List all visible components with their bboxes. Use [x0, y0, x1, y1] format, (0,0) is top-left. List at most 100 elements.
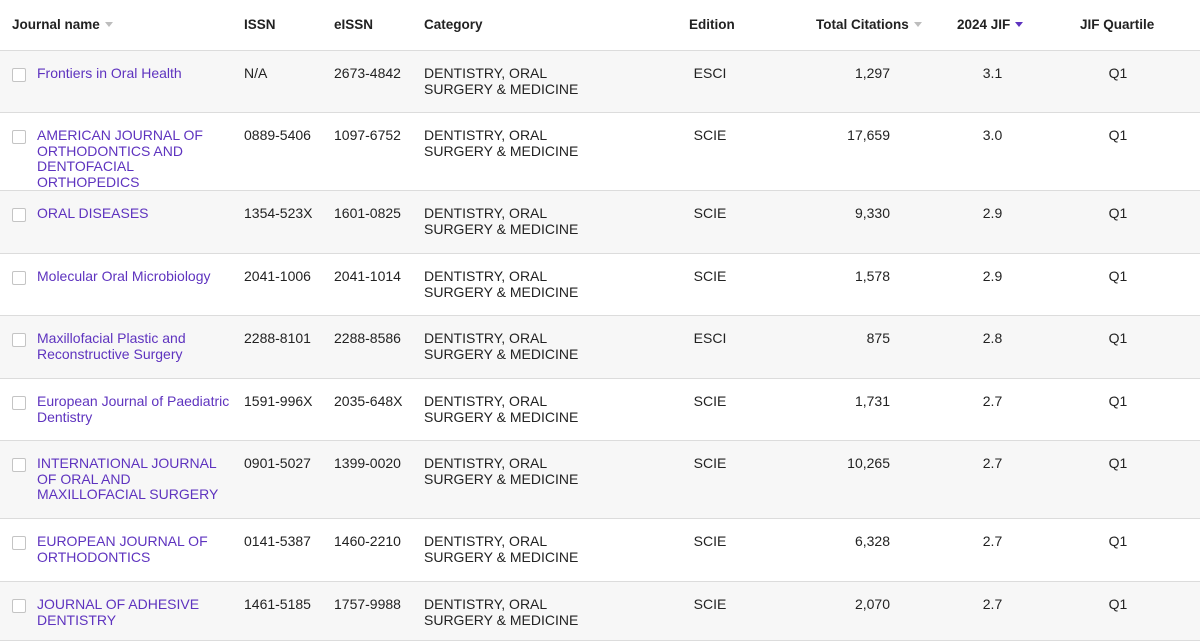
eissn-value: 2673-4842 — [334, 65, 401, 81]
col-jif-quartile: JIF Quartile — [1080, 17, 1155, 32]
jif-quartile-value: Q1 — [1108, 533, 1128, 549]
row-checkbox[interactable] — [12, 458, 26, 472]
edition-value: SCIE — [693, 205, 727, 221]
row-checkbox[interactable] — [12, 396, 26, 410]
category-value: DENTISTRY, ORAL SURGERY & MEDICINE — [424, 596, 579, 628]
jif-quartile-value: Q1 — [1108, 596, 1128, 612]
category-value: DENTISTRY, ORAL SURGERY & MEDICINE — [424, 65, 579, 97]
edition-value: SCIE — [693, 533, 727, 549]
jif-value: 2.8 — [982, 330, 1003, 346]
journal-name-link[interactable]: European Journal of Paediatric Dentistry — [37, 393, 237, 425]
table-row: Maxillofacial Plastic and Reconstructive… — [0, 316, 1200, 379]
category-value: DENTISTRY, ORAL SURGERY & MEDICINE — [424, 393, 579, 425]
edition-value: SCIE — [693, 455, 727, 471]
col-category: Category — [424, 17, 483, 32]
category-value: DENTISTRY, ORAL SURGERY & MEDICINE — [424, 205, 579, 237]
sort-desc-active-icon[interactable] — [1015, 21, 1024, 27]
journal-name-link[interactable]: EUROPEAN JOURNAL OF ORTHODONTICS — [37, 533, 237, 565]
total-citations-value: 10,265 — [847, 455, 890, 471]
total-citations-value: 17,659 — [847, 127, 890, 143]
eissn-value: 2288-8586 — [334, 330, 401, 346]
issn-value: 1461-5185 — [244, 596, 311, 612]
jif-quartile-value: Q1 — [1108, 393, 1128, 409]
jif-value: 3.0 — [982, 127, 1003, 143]
journal-name-link[interactable]: Frontiers in Oral Health — [37, 65, 237, 82]
category-value: DENTISTRY, ORAL SURGERY & MEDICINE — [424, 533, 579, 565]
table-row: EUROPEAN JOURNAL OF ORTHODONTICS 0141-538… — [0, 519, 1200, 582]
jif-value: 2.7 — [982, 455, 1003, 471]
table-body: Frontiers in Oral Health N/A 2673-4842 DENT… — [0, 51, 1200, 641]
row-checkbox[interactable] — [12, 599, 26, 613]
jif-value: 3.1 — [982, 65, 1003, 81]
jif-quartile-value: Q1 — [1108, 268, 1128, 284]
edition-value: ESCI — [693, 65, 727, 81]
eissn-value: 2041-1014 — [334, 268, 401, 284]
edition-value: SCIE — [693, 596, 727, 612]
issn-value: 1354-523X — [244, 205, 313, 221]
jif-value: 2.7 — [982, 533, 1003, 549]
eissn-value: 2035-648X — [334, 393, 403, 409]
row-checkbox[interactable] — [12, 333, 26, 347]
journal-name-link[interactable]: Molecular Oral Microbiology — [37, 268, 237, 285]
row-checkbox[interactable] — [12, 208, 26, 222]
col-edition: Edition — [689, 17, 735, 32]
col-issn: ISSN — [244, 17, 276, 32]
journal-name-link[interactable]: ORAL DISEASES — [37, 205, 237, 222]
col-eissn: eISSN — [334, 17, 374, 32]
total-citations-value: 2,070 — [854, 596, 890, 612]
table-row: Frontiers in Oral Health N/A 2673-4842 DENT… — [0, 51, 1200, 113]
category-value: DENTISTRY, ORAL SURGERY & MEDICINE — [424, 455, 579, 487]
category-value: DENTISTRY, ORAL SURGERY & MEDICINE — [424, 330, 579, 362]
journal-name-link[interactable]: Maxillofacial Plastic and Reconstructive… — [37, 330, 237, 362]
issn-value: 2041-1006 — [244, 268, 311, 284]
jif-quartile-value: Q1 — [1108, 65, 1128, 81]
journal-name-link[interactable]: INTERNATIONAL JOURNAL OF ORAL AND MAXILL… — [37, 455, 237, 503]
issn-value: 1591-996X — [244, 393, 313, 409]
table-row: European Journal of Paediatric Dentistry… — [0, 379, 1200, 441]
issn-value: 2288-8101 — [244, 330, 311, 346]
jif-quartile-value: Q1 — [1108, 330, 1128, 346]
row-checkbox[interactable] — [12, 536, 26, 550]
journal-name-link[interactable]: JOURNAL OF ADHESIVE DENTISTRY — [37, 596, 237, 628]
edition-value: SCIE — [693, 127, 727, 143]
table-row: ORAL DISEASES 1354-523X 1601-0825 DENTISTRY… — [0, 191, 1200, 254]
total-citations-value: 875 — [866, 330, 890, 346]
row-checkbox[interactable] — [12, 271, 26, 285]
issn-value: 0889-5406 — [244, 127, 311, 143]
jif-quartile-value: Q1 — [1108, 127, 1128, 143]
eissn-value: 1460-2210 — [334, 533, 401, 549]
journal-table: Journal name ISSN eISSN Category Edition… — [0, 0, 1200, 641]
jif-value: 2.7 — [982, 596, 1003, 612]
total-citations-value: 1,578 — [854, 268, 890, 284]
row-checkbox[interactable] — [12, 68, 26, 82]
col-total-citations[interactable]: Total Citations — [816, 17, 922, 32]
eissn-value: 1399-0020 — [334, 455, 401, 471]
eissn-value: 1757-9988 — [334, 596, 401, 612]
jif-quartile-value: Q1 — [1108, 455, 1128, 471]
issn-value: 0141-5387 — [244, 533, 311, 549]
table-row: JOURNAL OF ADHESIVE DENTISTRY 1461-5185 17… — [0, 582, 1200, 641]
category-value: DENTISTRY, ORAL SURGERY & MEDICINE — [424, 127, 579, 159]
table-row: INTERNATIONAL JOURNAL OF ORAL AND MAXILL… — [0, 441, 1200, 519]
total-citations-value: 9,330 — [854, 205, 890, 221]
jif-value: 2.7 — [982, 393, 1003, 409]
table-header: Journal name ISSN eISSN Category Edition… — [0, 0, 1200, 51]
table-row: Molecular Oral Microbiology 2041-1006 2041… — [0, 254, 1200, 316]
edition-value: SCIE — [693, 393, 727, 409]
total-citations-value: 6,328 — [854, 533, 890, 549]
row-checkbox[interactable] — [12, 130, 26, 144]
issn-value: 0901-5027 — [244, 455, 311, 471]
total-citations-value: 1,297 — [854, 65, 890, 81]
jif-value: 2.9 — [982, 205, 1003, 221]
sort-caret-icon[interactable] — [913, 21, 922, 27]
journal-name-link[interactable]: AMERICAN JOURNAL OF ORTHODONTICS AND DEN… — [37, 127, 237, 190]
edition-value: SCIE — [693, 268, 727, 284]
col-journal-name-label: Journal name — [12, 17, 100, 32]
col-journal-name[interactable]: Journal name — [12, 17, 113, 32]
issn-value: N/A — [244, 65, 268, 81]
col-jif-label: 2024 JIF — [957, 17, 1011, 32]
col-jif[interactable]: 2024 JIF — [957, 17, 1024, 32]
jif-quartile-value: Q1 — [1108, 205, 1128, 221]
sort-caret-icon[interactable] — [104, 21, 113, 27]
jif-value: 2.9 — [982, 268, 1003, 284]
